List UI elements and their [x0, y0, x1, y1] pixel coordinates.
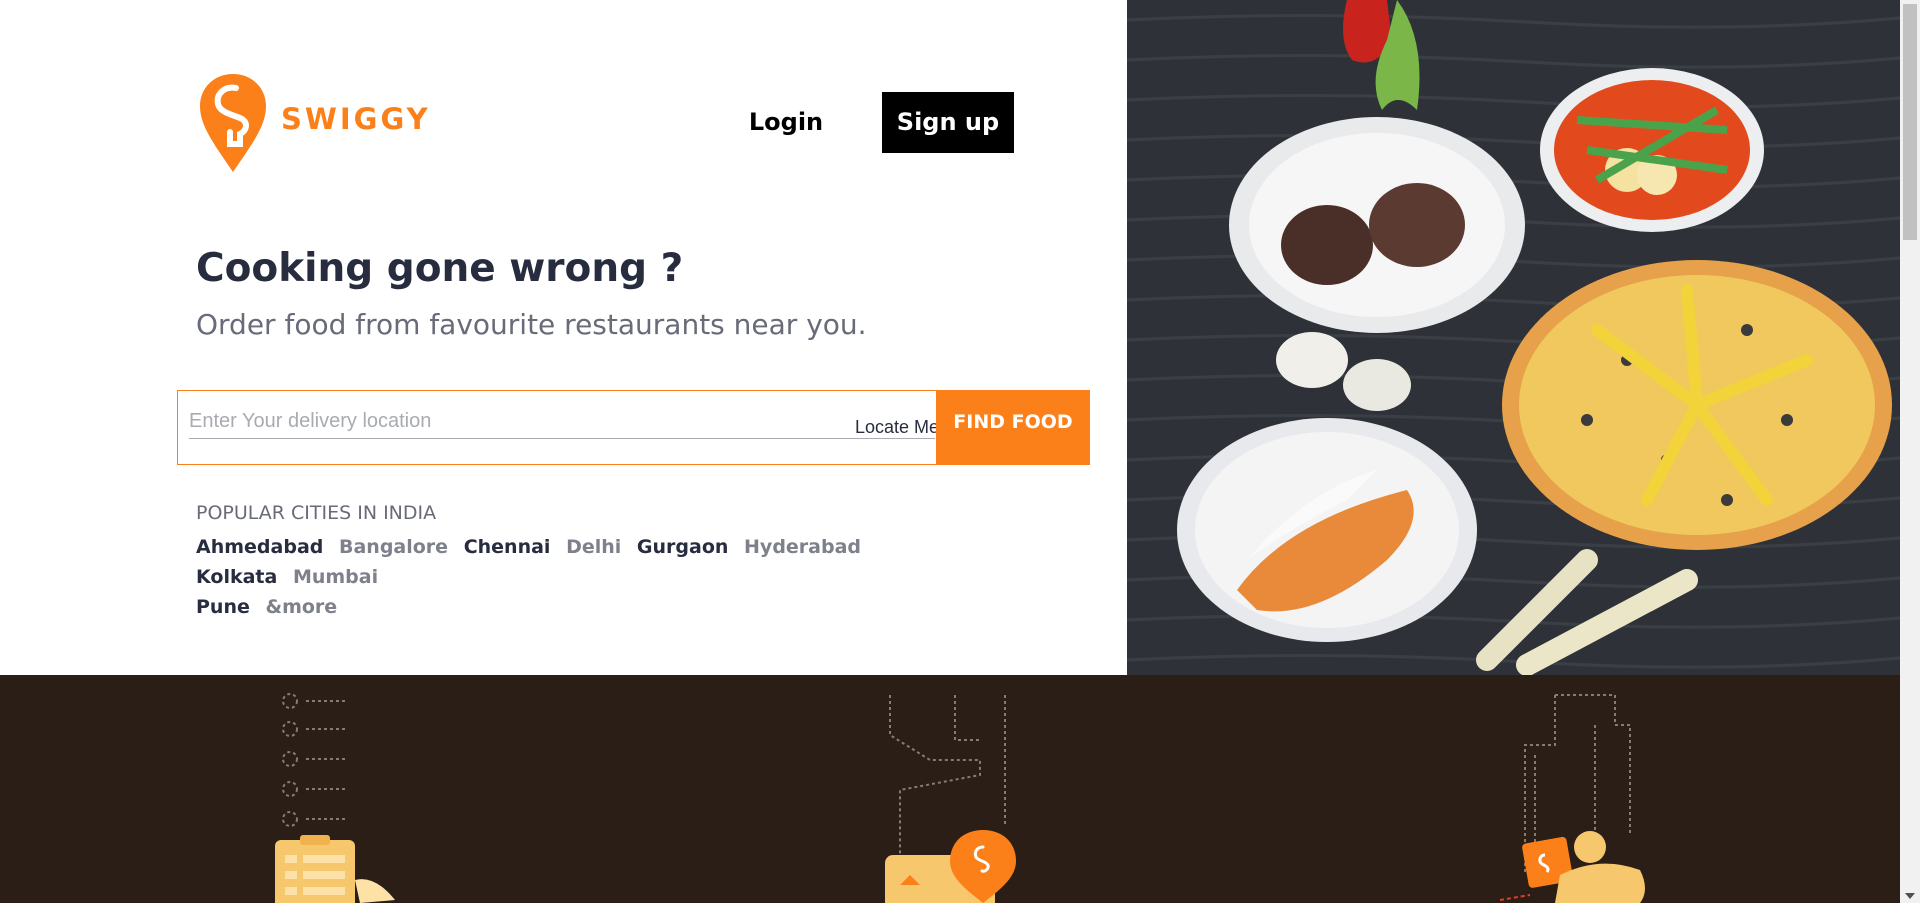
page-scrollbar[interactable]	[1900, 0, 1920, 903]
scroll-down-arrow-icon[interactable]	[1905, 893, 1915, 899]
city-link[interactable]: Ahmedabad	[196, 536, 323, 558]
city-link[interactable]: Bangalore	[339, 536, 448, 558]
city-link[interactable]: Chennai	[464, 536, 551, 558]
hero-subheadline: Order food from favourite restaurants ne…	[196, 308, 867, 341]
food-platter-icon	[1127, 0, 1900, 675]
location-pin-icon	[885, 695, 1016, 903]
login-button[interactable]: Login	[736, 92, 836, 152]
city-link[interactable]: Hyderabad	[744, 536, 861, 558]
find-food-button[interactable]: FIND FOOD	[936, 390, 1090, 465]
signup-button[interactable]: Sign up	[882, 92, 1014, 153]
hero-headline: Cooking gone wrong ?	[196, 246, 684, 291]
city-link[interactable]: Kolkata	[196, 566, 277, 588]
city-link[interactable]: Mumbai	[293, 566, 378, 588]
scrollbar-thumb[interactable]	[1903, 4, 1917, 240]
popular-cities-title: POPULAR CITIES IN INDIA	[196, 502, 437, 524]
city-link[interactable]: Pune	[196, 596, 250, 618]
swiggy-logo[interactable]: SWIGGY	[200, 74, 431, 172]
footer-illustrations	[275, 693, 1645, 903]
order-checklist-icon	[275, 693, 395, 903]
swiggy-logo-icon	[200, 74, 266, 172]
how-it-works-strip	[0, 675, 1900, 903]
city-link[interactable]: Gurgaon	[637, 536, 729, 558]
more-cities-link[interactable]: &more	[266, 596, 338, 618]
popular-cities-list: Ahmedabad Bangalore Chennai Delhi Gurgao…	[196, 532, 956, 622]
city-link[interactable]: Delhi	[566, 536, 621, 558]
hero-left-panel: SWIGGY Login Sign up Cooking gone wrong …	[0, 0, 1127, 675]
brand-name: SWIGGY	[281, 102, 431, 136]
delivery-rider-icon	[1499, 694, 1645, 903]
food-platter-image	[1127, 0, 1900, 675]
delivery-search-bar: Locate Me FIND FOOD	[177, 390, 1090, 465]
